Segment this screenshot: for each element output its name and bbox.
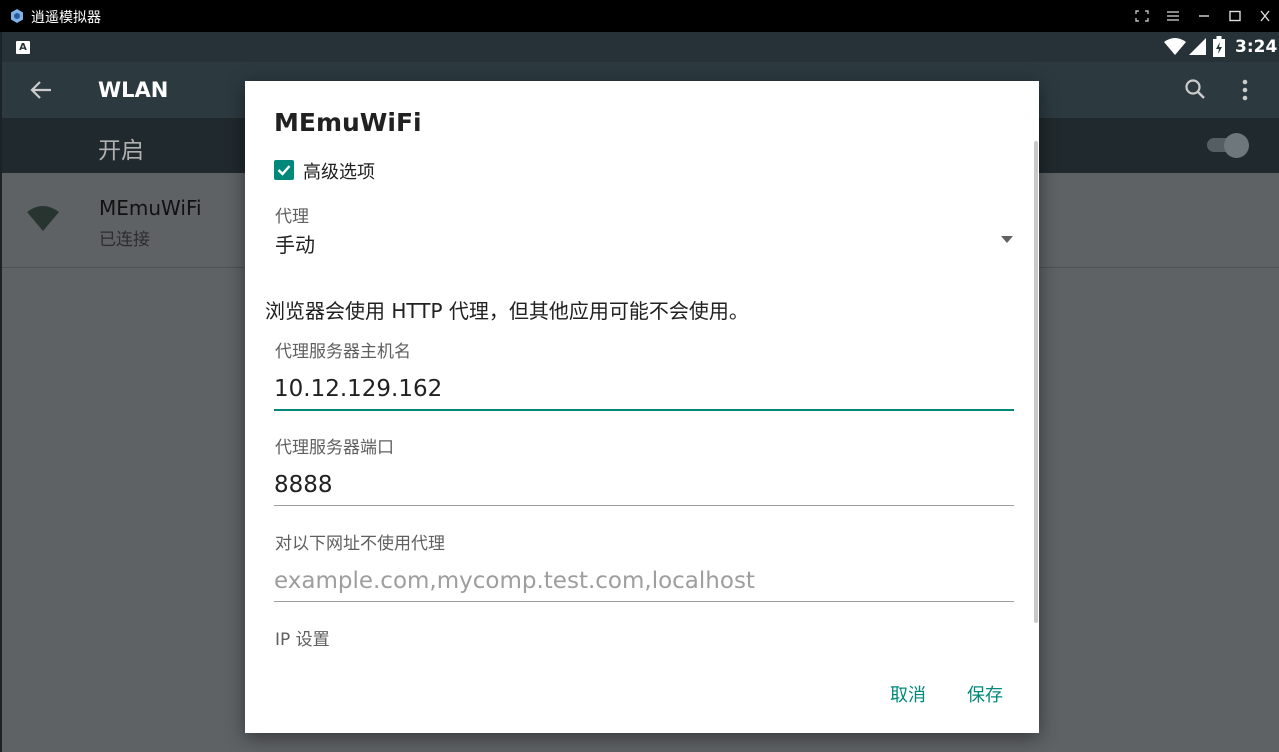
minimize-icon: [1199, 15, 1209, 17]
checkmark-icon: [277, 165, 291, 176]
app-logo-icon: [11, 9, 23, 23]
page-title: WLAN: [98, 78, 169, 102]
cancel-button[interactable]: 取消: [890, 681, 926, 707]
window-edge: [0, 32, 2, 752]
ip-settings-label[interactable]: IP 设置: [275, 625, 330, 650]
search-icon[interactable]: [1184, 78, 1206, 100]
menu-icon: [1167, 11, 1179, 21]
cell-signal-icon: [1189, 38, 1206, 55]
proxy-port-label: 代理服务器端口: [275, 438, 394, 458]
fullscreen-icon: [1135, 10, 1149, 22]
close-icon: [1260, 10, 1270, 22]
proxy-host-label: 代理服务器主机名: [275, 342, 411, 362]
network-name[interactable]: MEmuWiFi: [99, 196, 202, 220]
bypass-input[interactable]: [274, 561, 1014, 602]
network-status: 已连接: [99, 230, 150, 250]
dropdown-arrow-icon[interactable]: [1001, 236, 1013, 243]
advanced-options-checkbox[interactable]: [274, 160, 294, 180]
menu-button[interactable]: [1163, 6, 1183, 26]
maximize-button[interactable]: [1225, 6, 1245, 26]
proxy-select[interactable]: 手动: [275, 229, 315, 258]
switch-label: 开启: [98, 138, 144, 164]
proxy-info-text: 浏览器会使用 HTTP 代理，但其他应用可能不会使用。: [265, 299, 749, 323]
wlan-toggle-thumb[interactable]: [1224, 133, 1249, 158]
notification-icon: A: [16, 41, 30, 54]
advanced-options-label[interactable]: 高级选项: [303, 158, 375, 184]
fullscreen-button[interactable]: [1132, 6, 1152, 26]
bypass-label: 对以下网址不使用代理: [275, 534, 445, 554]
status-time: 3:24: [1235, 37, 1278, 57]
maximize-icon: [1229, 10, 1241, 22]
dialog-scrollbar[interactable]: [1034, 141, 1038, 623]
android-status-bar: A 3:24: [0, 32, 1279, 62]
wifi-network-icon: [27, 206, 59, 231]
minimize-button[interactable]: [1194, 6, 1214, 26]
more-options-icon[interactable]: [1241, 79, 1249, 101]
window-titlebar: 逍遥模拟器: [0, 0, 1279, 32]
battery-icon: [1213, 36, 1225, 57]
proxy-host-input[interactable]: [274, 369, 1014, 411]
save-button[interactable]: 保存: [967, 681, 1003, 707]
close-button[interactable]: [1255, 6, 1275, 26]
window-title: 逍遥模拟器: [31, 10, 101, 26]
proxy-port-input[interactable]: [274, 465, 1014, 506]
wifi-config-dialog: MEmuWiFi 高级选项 代理 手动 浏览器会使用 HTTP 代理，但其他应用…: [245, 81, 1039, 733]
proxy-label: 代理: [275, 207, 309, 227]
back-arrow-icon[interactable]: [30, 80, 52, 100]
dialog-title: MEmuWiFi: [274, 108, 422, 137]
wifi-signal-icon: [1164, 38, 1186, 55]
